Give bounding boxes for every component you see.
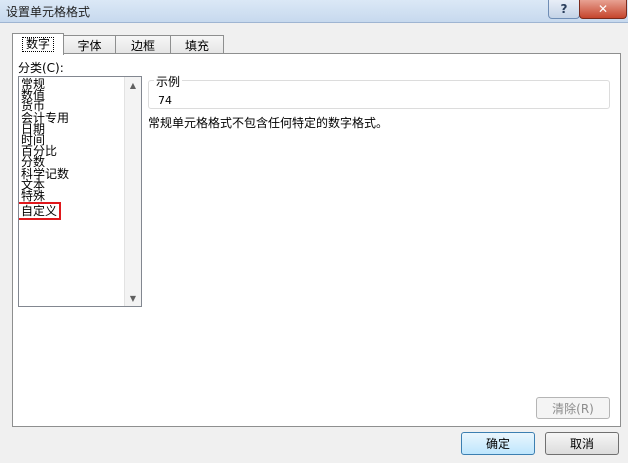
list-item-custom[interactable]: 自定义	[19, 202, 62, 221]
category-scrollbar[interactable]: ▲ ▼	[124, 77, 141, 306]
category-listbox[interactable]: 常规 数值 货币 会计专用 日期 时间 百分比 分数 科学记数 文本 特殊 自定…	[18, 76, 142, 307]
sample-value: 74	[158, 94, 172, 107]
scroll-up-icon[interactable]: ▲	[125, 77, 141, 93]
title-bar: 设置单元格格式 ? ✕	[0, 0, 628, 23]
tab-border[interactable]: 边框	[115, 35, 171, 54]
list-item[interactable]: 特殊	[21, 190, 121, 202]
delete-button[interactable]: 清除(R)	[536, 397, 610, 419]
tab-border-label: 边框	[130, 38, 155, 53]
tab-font[interactable]: 字体	[63, 35, 116, 54]
tab-fill-label: 填充	[184, 38, 209, 53]
tab-font-label: 字体	[77, 38, 102, 53]
number-tab-panel: 分类(C): 常规 数值 货币 会计专用 日期 时间 百分比 分数 科学记数 文…	[12, 53, 621, 427]
close-icon: ✕	[597, 2, 609, 16]
help-button[interactable]: ?	[548, 0, 580, 19]
tab-number[interactable]: 数字	[12, 33, 64, 55]
help-icon: ?	[560, 2, 568, 16]
sample-group	[148, 80, 610, 109]
tab-fill[interactable]: 填充	[170, 35, 224, 54]
tab-number-label: 数字	[21, 37, 54, 52]
scroll-down-icon[interactable]: ▼	[125, 290, 141, 306]
format-description: 常规单元格格式不包含任何特定的数字格式。	[148, 116, 389, 130]
window-title: 设置单元格格式	[6, 5, 91, 19]
cancel-button[interactable]: 取消	[545, 432, 619, 455]
ok-button[interactable]: 确定	[461, 432, 535, 455]
category-label: 分类(C):	[18, 61, 64, 75]
close-button[interactable]: ✕	[579, 0, 627, 19]
category-list: 常规 数值 货币 会计专用 日期 时间 百分比 分数 科学记数 文本 特殊 自定…	[19, 78, 121, 221]
sample-legend: 示例	[154, 73, 183, 90]
